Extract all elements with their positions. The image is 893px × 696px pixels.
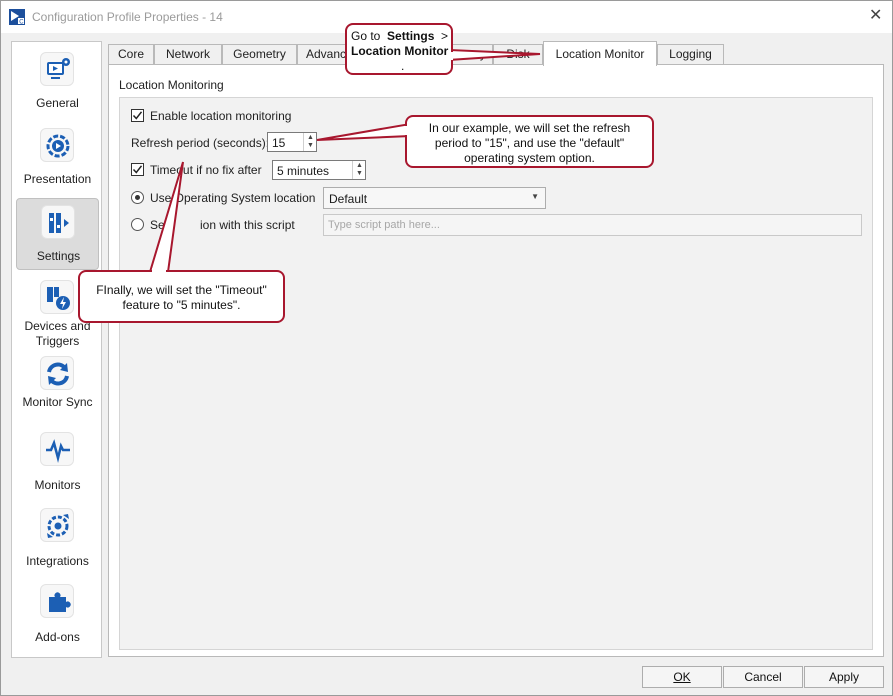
integrations-icon	[40, 508, 74, 542]
tab-location-monitor[interactable]: Location Monitor	[543, 41, 657, 66]
pointer-seam	[152, 268, 166, 274]
timeout-stepper[interactable]: 5 minutes ▲ ▼	[272, 160, 366, 180]
sidebar-item-label: Monitors	[34, 478, 81, 492]
refresh-period-label: Refresh period (seconds):	[131, 136, 270, 150]
sidebar-item-label: Integrations	[26, 554, 89, 568]
properties-window: C Configuration Profile Properties - 14 …	[0, 0, 893, 696]
sidebar-item-settings[interactable]: Settings	[16, 198, 99, 270]
tab-core[interactable]: Core	[108, 44, 154, 65]
callout-goto: Go to Settings > Location Monitor .	[345, 23, 453, 75]
pointer-seam	[449, 52, 453, 60]
check-mark-icon	[132, 165, 143, 174]
heartbeat-icon	[40, 432, 74, 466]
apply-button-label: Apply	[828, 670, 860, 684]
use-os-location-radio[interactable]	[131, 191, 144, 204]
tab-strip: Core Network Geometry Advanc Proxy Disk …	[108, 41, 884, 66]
sidebar-item-label: Monitor Sync	[22, 395, 93, 409]
check-mark-icon	[132, 111, 143, 120]
use-script-radio[interactable]	[131, 218, 144, 231]
tab-geometry[interactable]: Geometry	[222, 44, 297, 65]
cancel-button-label: Cancel	[744, 670, 782, 684]
os-location-dropdown[interactable]: Default ▼	[323, 187, 546, 209]
callout-refresh-note: In our example, we will set the refresh …	[405, 115, 654, 168]
script-path-input[interactable]: Type script path here...	[323, 214, 862, 236]
chevron-down-icon: ▼	[531, 192, 539, 201]
arrow-up-icon[interactable]: ▲	[307, 134, 314, 142]
tab-disk[interactable]: Disk	[493, 44, 543, 65]
window-title: Configuration Profile Properties - 14	[32, 10, 223, 24]
os-location-value: Default	[329, 192, 368, 206]
enable-location-checkbox[interactable]	[131, 109, 144, 122]
callout-refresh-text: In our example, we will set the refresh …	[428, 121, 631, 165]
tab-logging[interactable]: Logging	[657, 44, 724, 65]
sidebar-item-addons[interactable]: Add-ons	[16, 578, 99, 650]
sidebar-item-label: Settings	[36, 249, 81, 263]
app-icon: C	[9, 9, 25, 25]
close-button[interactable]: ✕	[869, 6, 882, 26]
callout-goto-settings: Settings	[387, 29, 435, 43]
tab-network[interactable]: Network	[154, 44, 222, 65]
devices-triggers-icon	[40, 280, 74, 314]
callout-goto-dot: .	[401, 59, 405, 73]
svg-text:C: C	[19, 19, 24, 25]
timeout-checkbox[interactable]	[131, 163, 144, 176]
settings-sliders-icon	[41, 205, 75, 239]
sync-icon	[40, 356, 74, 390]
use-script-label-start: Set	[150, 218, 169, 232]
sidebar-item-integrations[interactable]: Integrations	[16, 502, 99, 574]
script-path-placeholder: Type script path here...	[328, 219, 440, 231]
sidebar-item-general[interactable]: General	[16, 46, 99, 118]
pointer-seam	[405, 126, 412, 135]
use-os-location-label: Use Operating System location	[150, 191, 316, 205]
arrow-down-icon[interactable]: ▼	[307, 142, 314, 150]
sidebar-item-label: General	[36, 96, 79, 110]
stepper-arrows[interactable]: ▲ ▼	[352, 161, 365, 179]
stepper-arrows[interactable]: ▲ ▼	[303, 133, 316, 151]
location-monitoring-group: Enable location monitoring Refresh perio…	[119, 97, 873, 650]
timeout-value: 5 minutes	[277, 164, 330, 178]
use-script-label-end: ion with this script	[200, 218, 295, 232]
refresh-period-stepper[interactable]: 15 ▲ ▼	[267, 132, 317, 152]
presentation-icon	[40, 128, 74, 162]
callout-goto-arrow: >	[441, 29, 449, 43]
sidebar-item-label: Devices and Triggers	[24, 319, 91, 348]
callout-goto-prefix: Go to	[351, 29, 381, 43]
puzzle-icon	[40, 584, 74, 618]
group-title: Location Monitoring	[119, 78, 224, 92]
sidebar: General Presentation Settings Devices an…	[11, 41, 102, 658]
arrow-down-icon[interactable]: ▼	[356, 170, 363, 178]
callout-timeout-text: FInally, we will set the "Timeout" featu…	[96, 283, 267, 312]
monitor-gear-icon	[40, 52, 74, 86]
sidebar-item-monitor-sync[interactable]: Monitor Sync	[16, 350, 99, 422]
ok-button-label: OK	[673, 670, 691, 684]
tab-proxy[interactable]: Proxy	[448, 44, 493, 65]
cancel-button[interactable]: Cancel	[723, 666, 803, 688]
enable-location-label: Enable location monitoring	[150, 109, 292, 123]
callout-goto-target: Location Monitor	[351, 44, 449, 58]
sidebar-item-monitors[interactable]: Monitors	[16, 426, 99, 498]
sidebar-item-presentation[interactable]: Presentation	[16, 122, 99, 194]
ok-button[interactable]: OK	[642, 666, 722, 688]
refresh-period-value: 15	[272, 136, 286, 150]
timeout-label: Timeout if no fix after	[150, 163, 262, 177]
sidebar-item-label: Presentation	[23, 172, 92, 186]
callout-timeout-note: FInally, we will set the "Timeout" featu…	[78, 270, 285, 323]
apply-button[interactable]: Apply	[804, 666, 884, 688]
tab-advanced[interactable]: Advanc	[297, 44, 347, 65]
sidebar-item-label: Add-ons	[35, 630, 80, 644]
arrow-up-icon[interactable]: ▲	[356, 162, 363, 170]
